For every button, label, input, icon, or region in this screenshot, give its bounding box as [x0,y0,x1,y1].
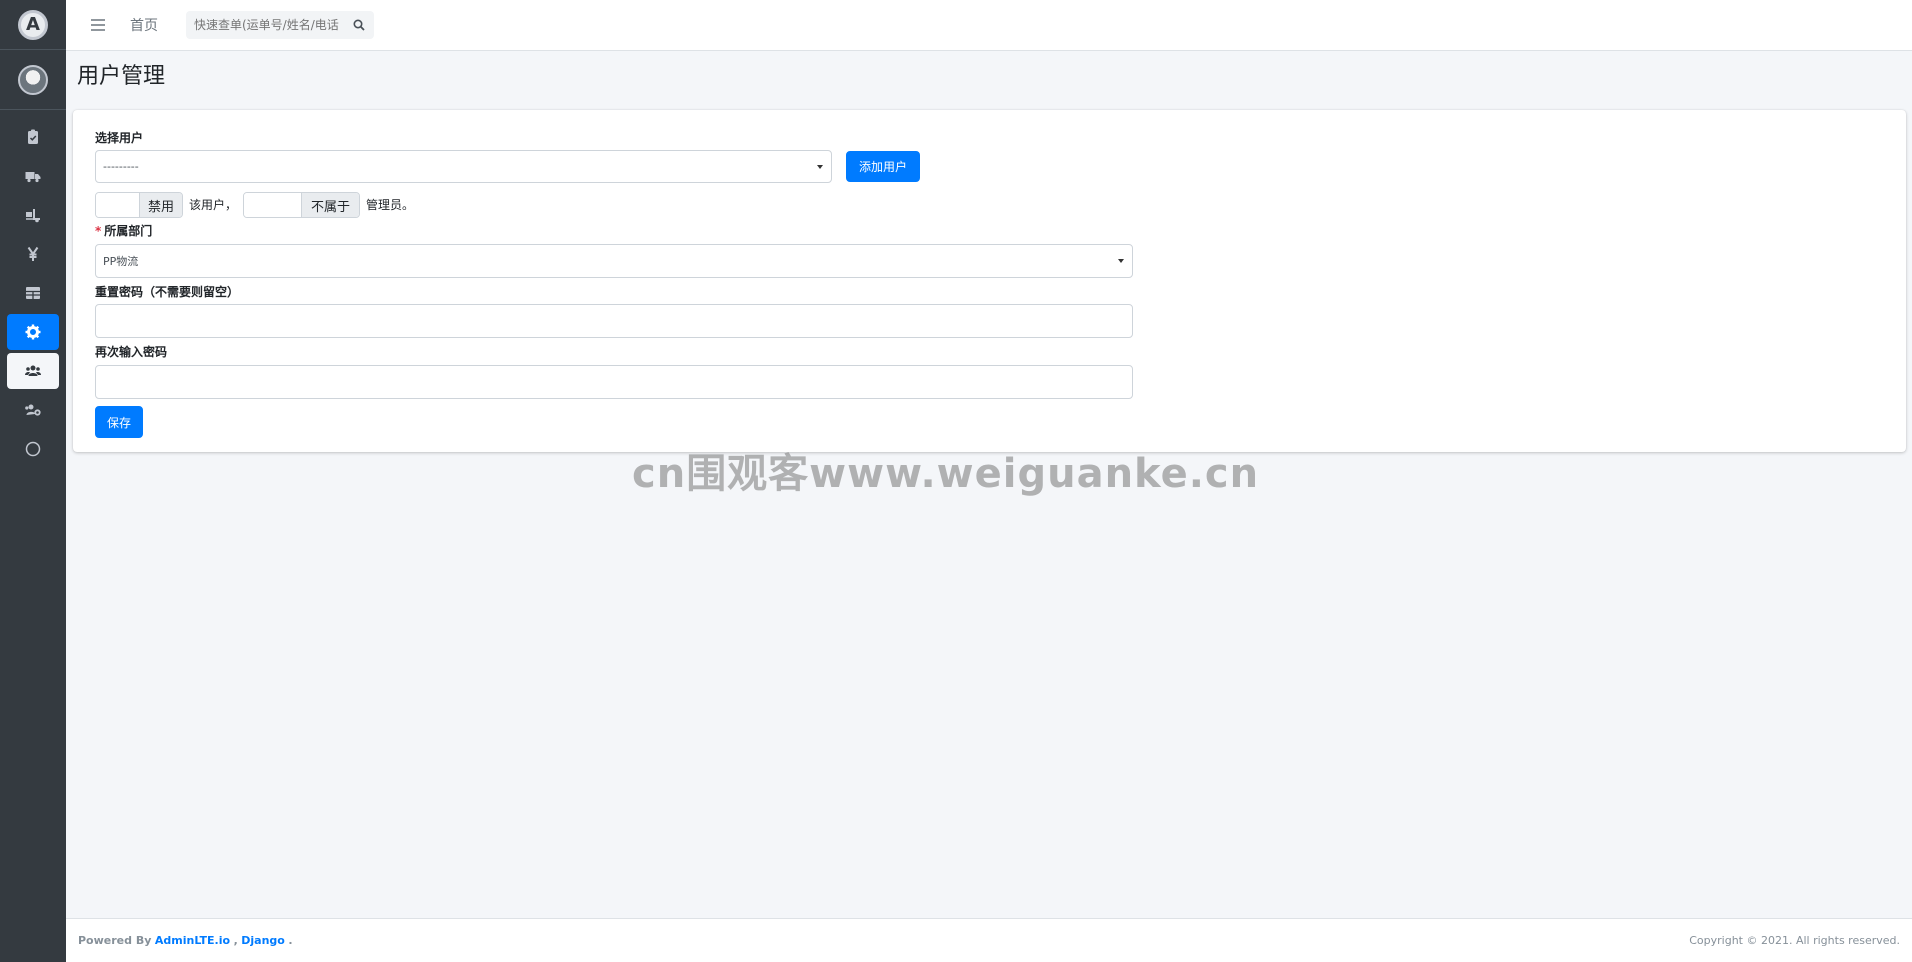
menu-toggle-button[interactable] [86,13,110,37]
brand[interactable]: A [0,0,66,50]
not-belong-addon: 不属于 [301,193,359,217]
powered-by-text: Powered By [78,934,152,947]
users-gear-icon [25,404,41,416]
users-icon [25,365,41,376]
save-button[interactable]: 保存 [95,406,143,438]
add-user-button[interactable]: 添加用户 [846,151,920,182]
confirm-password-label: 再次输入密码 [95,345,168,359]
select-user-dropdown[interactable]: --------- [95,150,832,183]
disable-toggle-group: 禁用 [95,192,183,218]
not-belong-checkbox-area[interactable] [244,193,301,217]
copyright-text: Copyright © 2021. All rights reserved. [1689,934,1900,947]
not-belong-toggle-group: 不属于 [243,192,360,218]
chevron-down-icon [1118,259,1124,263]
truck-loading-icon [26,209,40,223]
footer-dot: . [288,934,293,947]
required-marker: * [95,224,102,238]
dept-dropdown[interactable]: PP物流 [95,244,1133,278]
select-user-label: 选择用户 [95,131,144,145]
search-box [186,11,374,39]
sidebar: A [0,0,66,962]
page-title: 用户管理 [77,64,166,89]
django-link[interactable]: Django [241,934,285,947]
dept-label: * 所属部门 [95,222,152,239]
sidebar-item-orders[interactable] [7,119,59,155]
footer: Powered By AdminLTE.io , Django . Copyri… [66,918,1912,962]
adminlte-link[interactable]: AdminLTE.io [155,934,230,947]
reset-password-label: 重置密码（不需要则留空） [95,285,240,299]
search-icon [353,19,365,31]
brand-logo[interactable]: A [18,9,48,40]
top-navbar: 首页 [66,0,1912,51]
reset-password-field[interactable] [95,304,1133,338]
footer-sep: , [233,934,238,947]
truck-icon [25,172,41,183]
disable-checkbox-area[interactable] [96,193,139,217]
gear-icon [25,324,41,340]
sidebar-item-users[interactable] [7,353,59,389]
search-input[interactable] [186,11,346,39]
table-icon [26,287,40,299]
dept-label-text: 所属部门 [104,224,153,238]
chevron-down-icon [817,164,823,169]
this-user-text: 该用户， [189,198,238,212]
sidebar-item-other[interactable] [7,431,59,467]
search-button[interactable] [346,19,372,31]
yen-icon [27,246,39,261]
sidebar-item-finance[interactable] [7,236,59,272]
watermark: cn围观客www.weiguanke.cn [632,451,1260,497]
select-user-value: --------- [103,160,139,173]
sidebar-item-loading[interactable] [7,197,59,233]
footer-powered-by: Powered By AdminLTE.io , Django . [78,934,293,947]
hamburger-icon [91,19,105,31]
sidebar-item-reports[interactable] [7,275,59,311]
clipboard-icon [28,129,38,144]
circle-icon [25,441,41,457]
dept-value: PP物流 [103,255,139,268]
home-link[interactable]: 首页 [130,15,158,35]
sidebar-item-shipping[interactable] [7,158,59,194]
avatar[interactable] [18,64,48,95]
user-form-card: 选择用户 --------- 添加用户 禁用 该用户， 不属于 管理员。 * 所属… [73,110,1906,452]
sidebar-item-settings[interactable] [7,314,59,350]
admin-text: 管理员。 [366,198,415,212]
sidebar-nav [0,110,66,467]
disable-addon: 禁用 [138,193,182,217]
user-panel [0,50,66,110]
sidebar-item-user-groups[interactable] [7,392,59,428]
confirm-password-field[interactable] [95,365,1133,399]
